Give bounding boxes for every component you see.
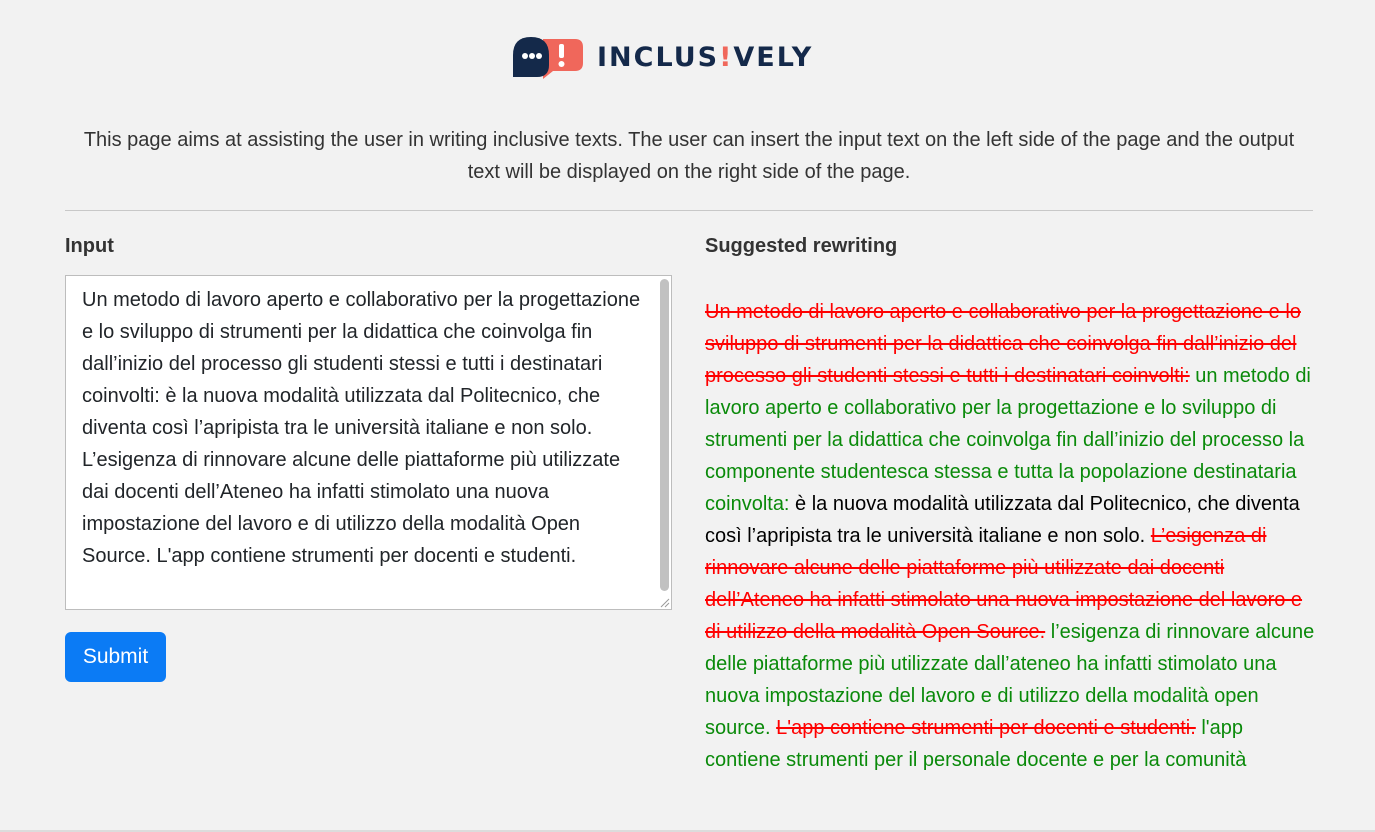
brand-name-part2: VELY [733,41,814,73]
input-text-value[interactable]: Un metodo di lavoro aperto e collaborati… [82,284,650,572]
chat-bubbles-icon [513,37,583,79]
deleted-segment: L'app contiene strumenti per docenti e s… [776,717,1196,739]
divider [65,210,1313,211]
header: INCLUS! VELY [0,0,1375,100]
brand-wordmark: INCLUS! VELY [597,42,813,73]
intro-description: This page aims at assisting the user in … [83,129,1295,183]
textarea-scrollbar[interactable] [660,279,669,591]
output-label: Suggested rewriting [705,235,898,257]
input-label: Input [65,235,114,257]
suggested-rewriting-text: Un metodo di lavoro aperto e collaborati… [705,296,1315,776]
resize-grip-icon[interactable] [659,597,670,608]
brand-name-part1: INCLUS [597,41,720,73]
input-textarea[interactable]: Un metodo di lavoro aperto e collaborati… [65,275,672,610]
brand-name-exclamation: ! [719,41,734,73]
logo: INCLUS! VELY [513,34,813,80]
submit-button[interactable]: Submit [65,632,166,682]
